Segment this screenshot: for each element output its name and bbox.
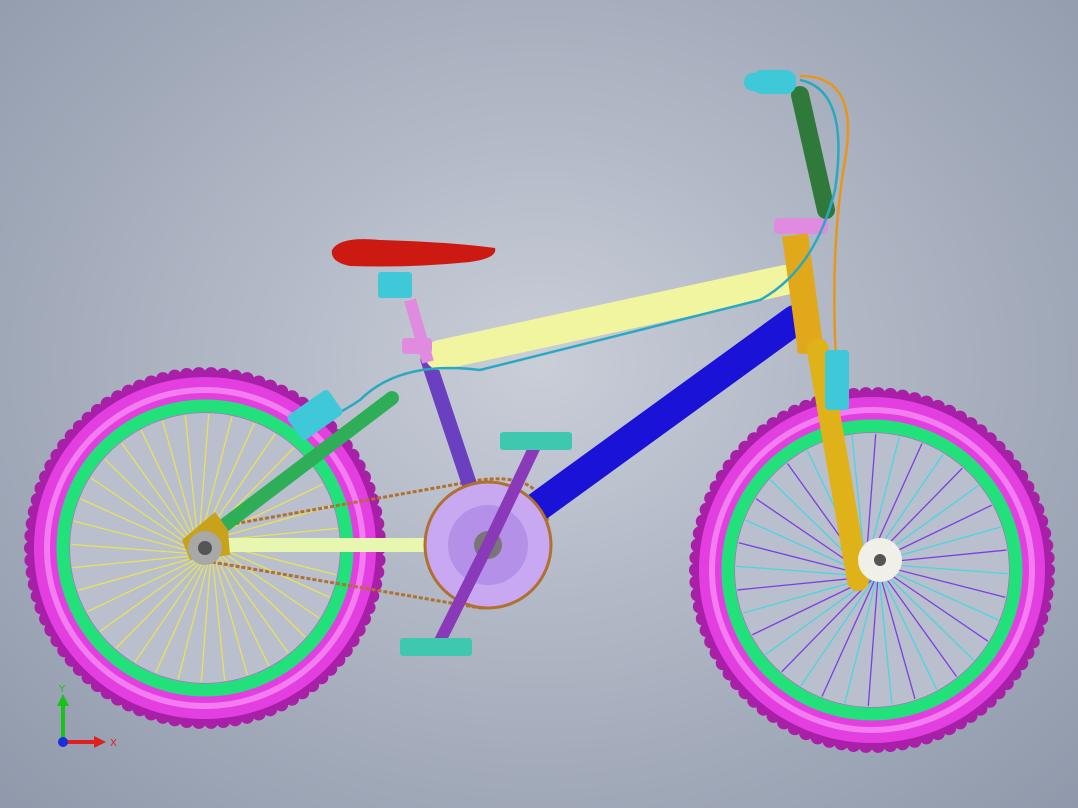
x-axis-label: X xyxy=(110,738,117,749)
seat-stay-clamp xyxy=(402,338,432,354)
head-tube xyxy=(782,233,823,347)
grip-end-cap xyxy=(744,73,762,91)
handlebar xyxy=(791,86,835,219)
front-hub xyxy=(874,554,886,566)
pedal-front[interactable] xyxy=(500,432,572,450)
y-axis-label: Y xyxy=(58,684,66,695)
rear-hub xyxy=(198,541,212,555)
bicycle-model[interactable] xyxy=(0,0,1078,808)
seat-clamp xyxy=(378,272,412,298)
saddle xyxy=(331,239,496,267)
front-brake-caliper xyxy=(825,350,849,410)
graphics-viewport[interactable]: Y X xyxy=(0,0,1078,808)
top-tube xyxy=(425,265,800,370)
axis-triad: Y X xyxy=(57,684,117,749)
pedal-rear[interactable] xyxy=(400,638,472,656)
